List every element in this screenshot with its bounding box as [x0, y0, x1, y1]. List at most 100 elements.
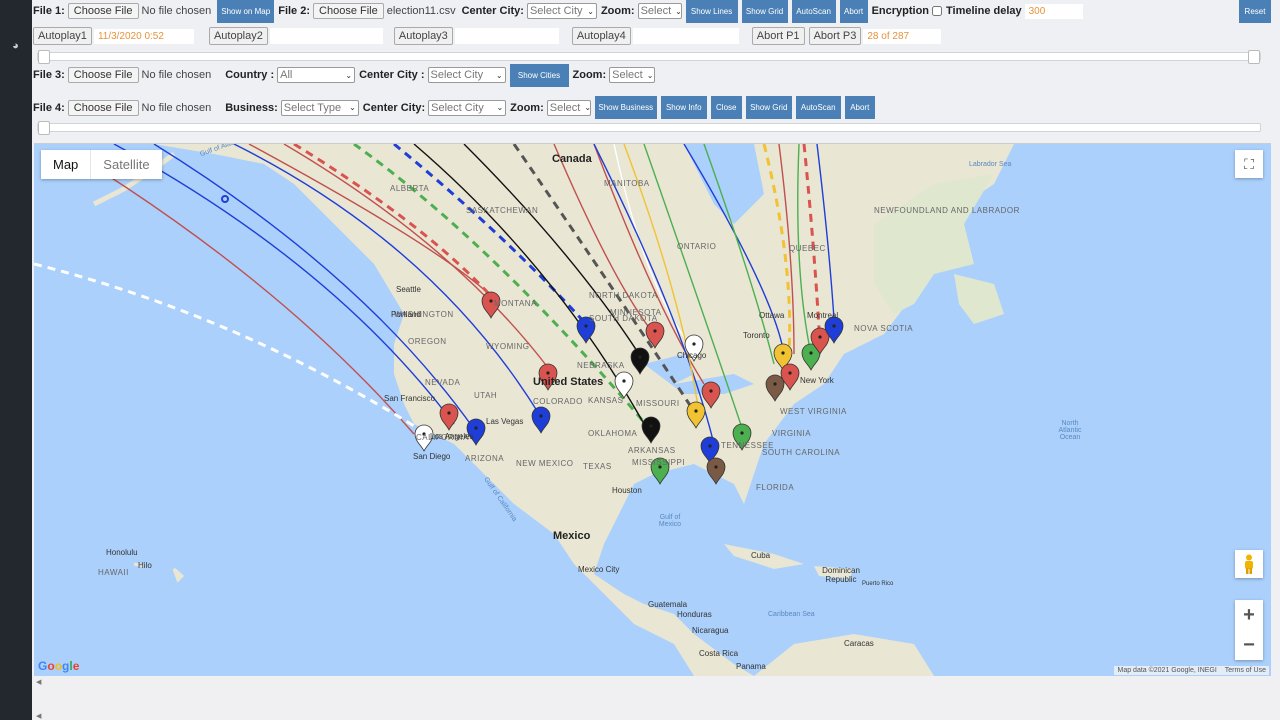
business-select[interactable]: Select Type ⌄ [280, 99, 359, 116]
map-pin-icon [531, 406, 551, 434]
map-marker[interactable] [686, 401, 706, 429]
center-city-select[interactable]: Select City ⌄ [526, 3, 597, 19]
zoom-select-3[interactable]: Select ⌄ [609, 67, 656, 83]
fullscreen-icon: ⛶ [1244, 155, 1254, 172]
city-label: Cuba [751, 551, 771, 560]
abort-p3-button[interactable]: Abort P3 [808, 27, 862, 45]
zoom-select[interactable]: Select ⌄ [637, 3, 682, 19]
slider-thumb[interactable] [38, 121, 50, 135]
abort-button[interactable]: Abort [839, 0, 868, 23]
toolbar-row-4: File 4: Choose File No file chosen Busin… [33, 96, 879, 119]
city-label: Mexico City [578, 565, 620, 574]
map-marker[interactable] [614, 371, 634, 399]
terms-of-use-link[interactable]: Terms of Use [1225, 667, 1266, 674]
autoscan-button[interactable]: AutoScan [791, 0, 836, 23]
country-value: All [280, 69, 293, 81]
encryption-label: Encryption [871, 5, 930, 17]
progress-text: 28 of 287 [863, 28, 942, 44]
timeline-slider-1[interactable] [37, 50, 1261, 64]
city-label: Houston [612, 486, 642, 495]
encryption-checkbox[interactable] [932, 6, 943, 16]
center-city-select-4[interactable]: Select City ⌄ [428, 99, 507, 116]
region-label: NEVADA [425, 378, 461, 387]
chevron-down-icon: ⌄ [349, 103, 356, 112]
show-business-button[interactable]: Show Business [594, 96, 657, 119]
autoplay4-button[interactable]: Autoplay4 [571, 27, 631, 45]
slider-thumb-end[interactable] [1248, 50, 1260, 64]
map-marker[interactable] [701, 381, 721, 409]
map-marker[interactable] [630, 347, 650, 375]
autoplay3-value[interactable] [454, 28, 559, 44]
city-label: Montreal [807, 311, 839, 320]
file3-choose-button[interactable]: Choose File [67, 67, 139, 83]
autoplay2-button[interactable]: Autoplay2 [208, 27, 268, 45]
slider-thumb[interactable] [38, 50, 50, 64]
abort-p1-button[interactable]: Abort P1 [751, 27, 805, 45]
scroll-left-arrow-icon[interactable]: ◀ [36, 678, 41, 686]
country-label-mexico: Mexico [553, 530, 591, 542]
map-type-map-button[interactable]: Map [41, 150, 92, 179]
fullscreen-button[interactable]: ⛶ [1235, 150, 1263, 178]
country-label: Country : [225, 69, 275, 81]
file2-choose-button[interactable]: Choose File [313, 3, 384, 19]
close-button[interactable]: Close [710, 96, 742, 119]
autoplay1-value[interactable]: 11/3/2020 0:52 [93, 28, 194, 44]
center-city-select-3[interactable]: Select City ⌄ [427, 67, 506, 83]
chevron-down-icon: ⌄ [587, 6, 594, 16]
timeline-delay-input[interactable]: 300 [1024, 3, 1083, 19]
region-label: SOUTH CAROLINA [762, 448, 841, 457]
country-select[interactable]: All ⌄ [277, 67, 356, 83]
map-markers [414, 291, 844, 485]
map-marker[interactable] [645, 321, 665, 349]
reset-button[interactable]: Reset [1239, 0, 1271, 23]
map-attribution: Map data ©2021 Google, INEGI Terms of Us… [1114, 666, 1269, 675]
map-view[interactable]: Canada United States Mexico MANITOBA SAS… [34, 143, 1271, 676]
autoplay3-button[interactable]: Autoplay3 [393, 27, 453, 45]
show-grid-button-4[interactable]: Show Grid [745, 96, 792, 119]
autoplay2-value[interactable] [269, 28, 383, 44]
map-type-satellite-button[interactable]: Satellite [91, 150, 161, 179]
zoom-out-button[interactable]: − [1235, 630, 1263, 660]
google-logo: Google [38, 659, 80, 673]
show-lines-button[interactable]: Show Lines [685, 0, 738, 23]
city-label: Costa Rica [699, 649, 739, 658]
scroll-left-arrow-icon[interactable]: ◀ [36, 712, 41, 720]
zoom-in-button[interactable]: + [1235, 600, 1263, 630]
map-marker[interactable] [439, 403, 459, 431]
autoplay4-value[interactable] [632, 28, 739, 44]
zoom-label-4: Zoom: [510, 101, 544, 114]
water-label: Gulf of Mexico [658, 514, 682, 528]
sidebar: ◕ [0, 0, 32, 720]
region-label: TEXAS [583, 462, 612, 471]
autoplay1-button[interactable]: Autoplay1 [33, 27, 92, 45]
autoscan-button-4[interactable]: AutoScan [795, 96, 841, 119]
show-on-map-button[interactable]: Show on Map [217, 0, 275, 23]
water-label: Caribbean Sea [768, 611, 815, 618]
city-label: Dominican Republic [822, 566, 860, 584]
timeline-slider-2[interactable] [37, 121, 1261, 135]
file1-choose-button[interactable]: Choose File [67, 3, 139, 19]
city-label: New York [800, 376, 834, 385]
show-cities-button[interactable]: Show Cities [509, 63, 569, 87]
country-label-canada: Canada [552, 153, 592, 165]
region-label: QUEBEC [789, 244, 826, 253]
map-marker[interactable] [641, 416, 661, 444]
business-label: Business: [225, 101, 278, 114]
file4-choose-button[interactable]: Choose File [67, 99, 139, 116]
timeline-delay-label: Timeline delay [946, 5, 1022, 17]
street-view-pegman-button[interactable] [1235, 550, 1263, 578]
dashboard-gauge-icon[interactable]: ◕ [9, 40, 22, 53]
region-label: NEBRASKA [577, 361, 625, 370]
map-marker[interactable] [706, 457, 726, 485]
map-data-text: Map data ©2021 Google, INEGI [1117, 667, 1217, 674]
show-grid-button[interactable]: Show Grid [741, 0, 788, 23]
map-marker[interactable] [531, 406, 551, 434]
region-label: ARIZONA [465, 454, 505, 463]
chevron-down-icon: ⌄ [496, 103, 504, 112]
region-label: COLORADO [533, 397, 583, 406]
show-info-button[interactable]: Show Info [660, 96, 707, 119]
map-marker[interactable] [765, 374, 785, 402]
map-pin-dot [773, 382, 777, 386]
zoom-select-4[interactable]: Select ⌄ [546, 99, 591, 116]
abort-button-4[interactable]: Abort [844, 96, 875, 119]
